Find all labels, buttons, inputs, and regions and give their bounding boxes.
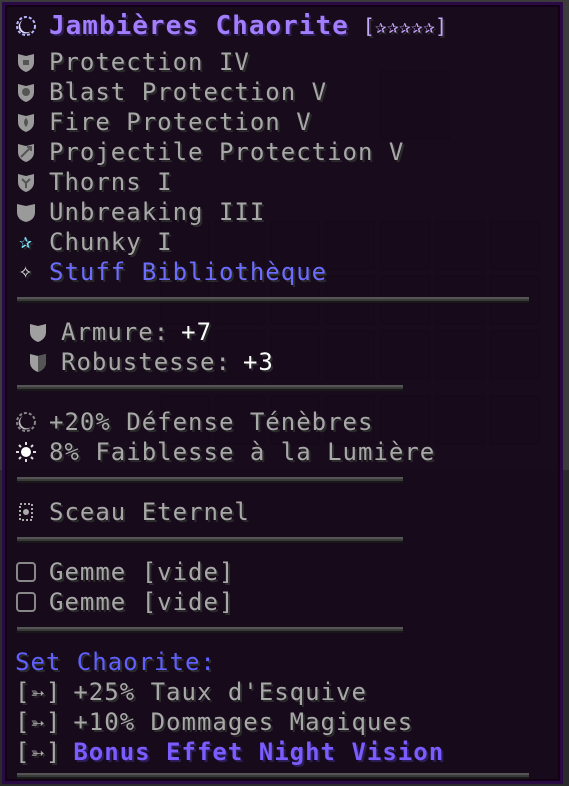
- rarity-stars: [✰✰✰✰✰]: [362, 14, 448, 38]
- enchant-row: Blast Protection V: [15, 77, 327, 107]
- effect-row: +20% Défense Ténèbres: [15, 407, 373, 437]
- set-bonus-row: [➳] +10% Dommages Magiques: [15, 707, 413, 737]
- separator: [17, 297, 529, 303]
- seal-label: Sceau Eternel: [49, 498, 250, 526]
- toughness-icon: [30, 354, 46, 372]
- library-label: Stuff Bibliothèque: [49, 258, 328, 286]
- enchant-row: Protection IV: [15, 47, 250, 77]
- set-bonus-arrow: [➳]: [15, 738, 62, 766]
- seal-row: Sceau Eternel: [15, 497, 250, 527]
- empty-gem-slot-icon: [16, 562, 36, 582]
- separator: [17, 477, 403, 483]
- seal-icon: [19, 503, 33, 521]
- item-title: Jambières Chaorite: [49, 11, 349, 41]
- set-bonus-arrow: [➳]: [15, 708, 62, 736]
- separator: [17, 385, 403, 391]
- sun-icon: [16, 442, 36, 462]
- stat-name: Armure:: [61, 318, 170, 346]
- enchant-label: Thorns I: [49, 168, 173, 196]
- gem-label: Gemme [vide]: [49, 558, 235, 586]
- enchant-row: Projectile Protection V: [15, 137, 404, 167]
- empty-gem-slot-icon: [16, 592, 36, 612]
- gem-row: Gemme [vide]: [15, 587, 234, 617]
- moon-icon: [16, 412, 36, 432]
- blast-shield-icon: [18, 84, 34, 102]
- enchant-row: Fire Protection V: [15, 107, 312, 137]
- item-tooltip: Jambières Chaorite [✰✰✰✰✰] Protection IV…: [2, 2, 563, 784]
- set-bonus-text: +25% Taux d'Esquive: [73, 678, 367, 706]
- armor-icon: [30, 324, 46, 342]
- arrow-shield-icon: [18, 144, 34, 162]
- set-name: Set Chaorite:: [15, 648, 216, 676]
- enchant-label: Protection IV: [49, 48, 250, 76]
- stat-value: +3: [242, 348, 274, 376]
- unbreaking-shield-icon: [17, 204, 35, 222]
- set-bonus-arrow: [➳]: [15, 678, 62, 706]
- enchant-label: Blast Protection V: [49, 78, 328, 106]
- library-row: ✧ Stuff Bibliothèque: [15, 257, 327, 287]
- set-bonus-row: [➳] Bonus Effet Night Vision: [15, 737, 444, 767]
- tooltip-title-row: Jambières Chaorite [✰✰✰✰✰]: [15, 11, 447, 41]
- stat-value: +7: [181, 318, 213, 346]
- stat-row: Armure: +7: [27, 317, 212, 347]
- enchant-label: Fire Protection V: [49, 108, 312, 136]
- sparkle-icon: ✧: [18, 259, 34, 284]
- shield-icon: [18, 54, 34, 72]
- star-icon: ✰: [18, 229, 34, 254]
- special-enchant-label: Chunky I: [49, 228, 173, 256]
- set-bonus-text: +10% Dommages Magiques: [73, 708, 414, 736]
- set-bonus-text: Bonus Effet Night Vision: [73, 738, 445, 766]
- set-bonus-row: [➳] +25% Taux d'Esquive: [15, 677, 367, 707]
- gem-row: Gemme [vide]: [15, 557, 234, 587]
- special-enchant-row: ✰ Chunky I: [15, 227, 173, 257]
- gem-label: Gemme [vide]: [49, 588, 235, 616]
- set-title-row: Set Chaorite:: [15, 647, 216, 677]
- effect-row: 8% Faiblesse à la Lumière: [15, 437, 435, 467]
- enchant-label: Unbreaking III: [49, 198, 266, 226]
- enchant-row: Unbreaking III: [15, 197, 265, 227]
- enchant-label: Projectile Protection V: [49, 138, 405, 166]
- thorns-shield-icon: [18, 174, 34, 192]
- effect-label: +20% Défense Ténèbres: [49, 408, 374, 436]
- stat-name: Robustesse:: [61, 348, 231, 376]
- effect-label: 8% Faiblesse à la Lumière: [49, 438, 436, 466]
- separator: [17, 537, 403, 543]
- enchant-row: Thorns I: [15, 167, 173, 197]
- fire-shield-icon: [18, 114, 34, 132]
- separator: [17, 627, 403, 633]
- stat-row: Robustesse: +3: [27, 347, 274, 377]
- separator: [17, 773, 529, 779]
- moon-icon: [16, 16, 36, 36]
